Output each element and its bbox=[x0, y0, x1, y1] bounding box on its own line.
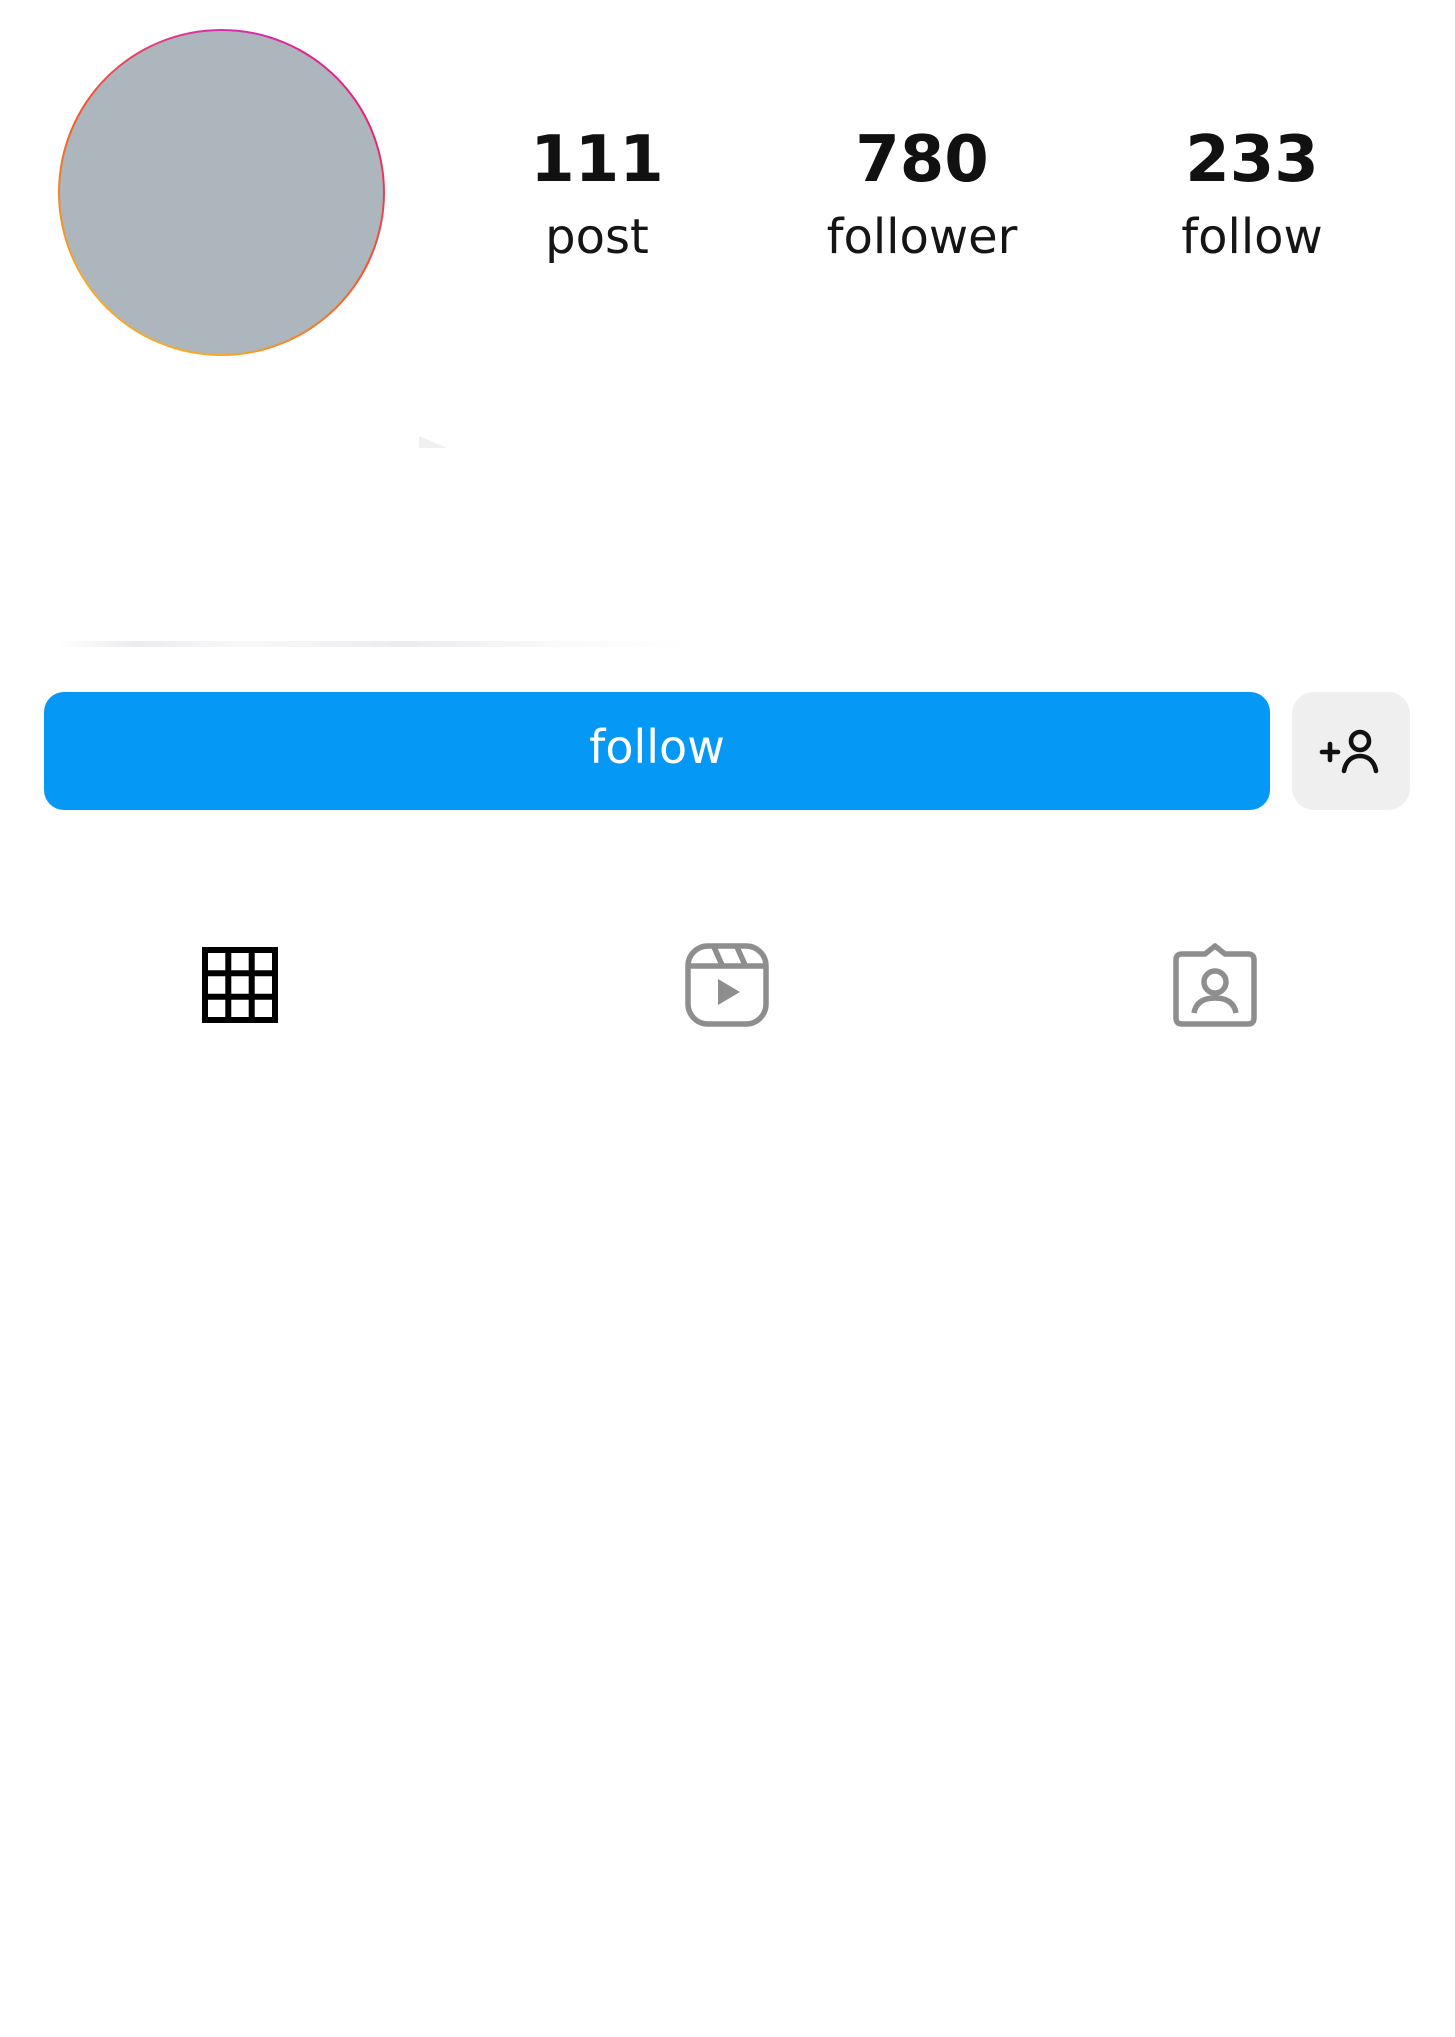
follow-button[interactable]: follow bbox=[44, 692, 1270, 810]
stat-posts[interactable]: 111 post bbox=[467, 118, 727, 272]
stat-following[interactable]: 233 follow bbox=[1122, 118, 1382, 272]
tab-reels[interactable] bbox=[652, 930, 802, 1040]
tagged-icon bbox=[1173, 943, 1257, 1027]
tab-tagged[interactable] bbox=[1140, 930, 1290, 1040]
reels-icon bbox=[685, 943, 769, 1027]
bio-fragment bbox=[419, 436, 447, 448]
following-label: follow bbox=[1181, 209, 1323, 265]
followers-label: follower bbox=[826, 209, 1018, 265]
grid-icon bbox=[202, 947, 278, 1023]
stat-followers[interactable]: 780 follower bbox=[792, 118, 1052, 272]
tab-posts-grid[interactable] bbox=[165, 930, 315, 1040]
suggest-accounts-button[interactable] bbox=[1292, 692, 1410, 810]
avatar-placeholder bbox=[60, 31, 383, 354]
add-person-icon bbox=[1319, 729, 1379, 774]
posts-count: 111 bbox=[530, 123, 664, 197]
following-count: 233 bbox=[1185, 123, 1319, 197]
profile-avatar[interactable] bbox=[58, 29, 385, 356]
posts-label: post bbox=[545, 209, 649, 265]
bio-text-blur bbox=[58, 641, 688, 647]
followers-count: 780 bbox=[855, 123, 989, 197]
